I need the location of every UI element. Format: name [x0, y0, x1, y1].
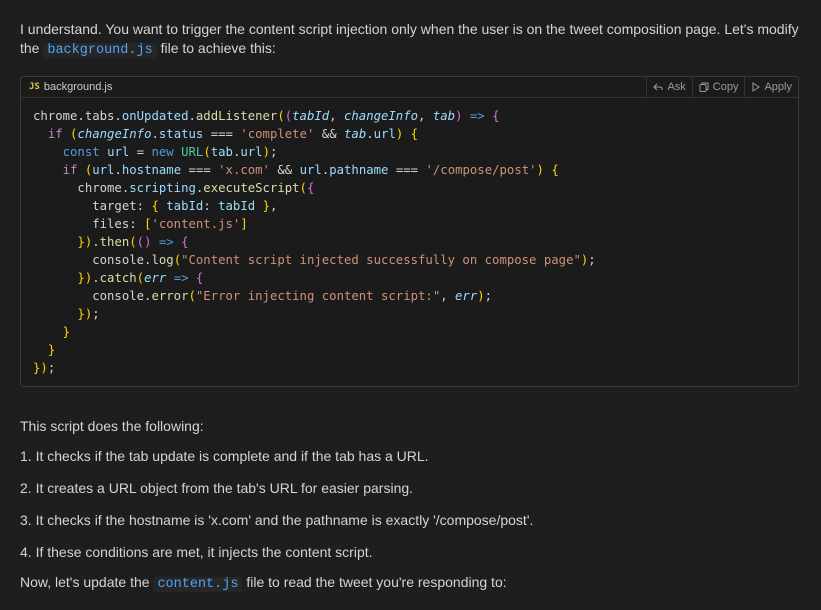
next-step-paragraph: Now, let's update the content.js file to… [20, 573, 800, 594]
code-filename-label: background.js [43, 81, 113, 93]
code-line: }).then(() => { [77, 235, 189, 249]
code-line: if (url.hostname === 'x.com' && url.path… [62, 163, 559, 177]
code-line: }).catch(err => { [77, 271, 204, 285]
code-block: JS background.js Ask Copy Apply chrome.t… [20, 76, 799, 387]
ask-button[interactable]: Ask [646, 77, 691, 97]
intro-text-post: file to achieve this: [156, 40, 276, 56]
next-text-post: file to read the tweet you're responding… [242, 574, 507, 590]
code-line: console.error("Error injecting content s… [33, 289, 493, 303]
code-content[interactable]: chrome.tabs.onUpdated.addListener((tabId… [21, 98, 798, 377]
inline-code-background-js[interactable]: background.js [43, 43, 157, 58]
code-line: }); [77, 307, 100, 321]
code-line: } [62, 325, 71, 339]
apply-button[interactable]: Apply [744, 77, 798, 97]
code-line: } [47, 343, 56, 357]
explanation-heading: This script does the following: [20, 418, 204, 434]
code-line: files: ['content.js'] [33, 217, 248, 231]
code-line: chrome.scripting.executeScript({ [33, 181, 315, 195]
reply-arrow-icon [653, 83, 663, 91]
code-block-header: JS background.js Ask Copy Apply [21, 77, 798, 98]
explanation-step-2: 2. It creates a URL object from the tab'… [20, 480, 414, 496]
code-line: chrome.tabs.onUpdated.addListener((tabId… [33, 109, 500, 123]
copy-button[interactable]: Copy [691, 77, 745, 97]
ask-button-label: Ask [667, 81, 686, 93]
code-line: }); [33, 361, 56, 375]
explanation-step-1: 1. It checks if the tab update is comple… [20, 448, 429, 464]
explanation-step-3: 3. It checks if the hostname is 'x.com' … [20, 512, 534, 528]
code-line: const url = new URL(tab.url); [62, 145, 278, 159]
copy-button-label: Copy [712, 81, 739, 93]
play-icon [752, 82, 761, 92]
apply-button-label: Apply [764, 81, 792, 93]
code-line: target: { tabId: tabId }, [33, 199, 278, 213]
code-line: if (changeInfo.status === 'complete' && … [47, 127, 419, 141]
code-line: console.log("Content script injected suc… [33, 253, 596, 267]
intro-paragraph: I understand. You want to trigger the co… [20, 20, 800, 60]
javascript-file-icon: JS [29, 82, 40, 92]
inline-code-content-js[interactable]: content.js [153, 577, 243, 592]
code-filename[interactable]: JS background.js [21, 81, 112, 93]
copy-icon [699, 82, 709, 92]
explanation-step-4: 4. If these conditions are met, it injec… [20, 544, 373, 560]
code-actions: Ask Copy Apply [646, 77, 798, 97]
next-text-pre: Now, let's update the [20, 574, 154, 590]
